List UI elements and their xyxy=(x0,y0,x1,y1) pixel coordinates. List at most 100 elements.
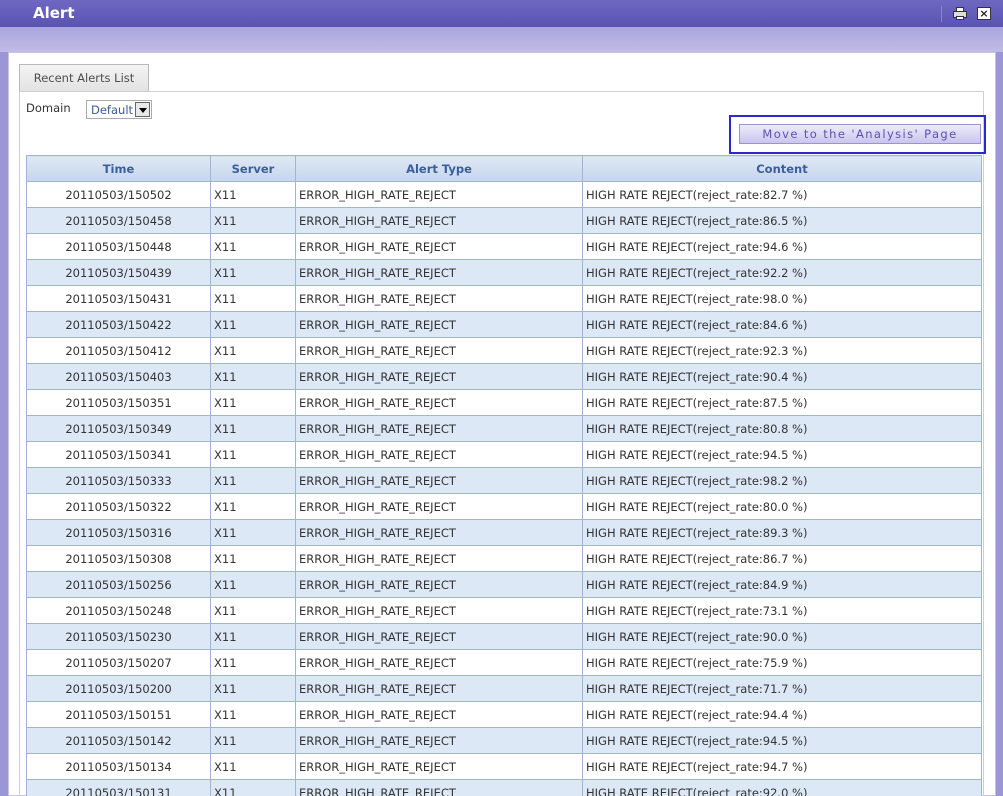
cell-alert-type: ERROR_HIGH_RATE_REJECT xyxy=(295,701,583,728)
table-row[interactable]: 20110503/150351 X11 ERROR_HIGH_RATE_REJECT… xyxy=(26,389,982,416)
move-button-highlight: Move to the 'Analysis' Page xyxy=(729,115,986,154)
cell-time: 20110503/150134 xyxy=(26,753,211,780)
cell-alert-type: ERROR_HIGH_RATE_REJECT xyxy=(295,493,583,520)
cell-server: X11 xyxy=(210,285,296,312)
cell-alert-type: ERROR_HIGH_RATE_REJECT xyxy=(295,467,583,494)
cell-content: HIGH RATE REJECT(reject_rate:75.9 %) xyxy=(582,649,982,676)
cell-content: HIGH RATE REJECT(reject_rate:80.0 %) xyxy=(582,493,982,520)
cell-time: 20110503/150458 xyxy=(26,207,211,234)
move-to-analysis-button[interactable]: Move to the 'Analysis' Page xyxy=(739,124,981,144)
cell-alert-type: ERROR_HIGH_RATE_REJECT xyxy=(295,519,583,546)
cell-time: 20110503/150403 xyxy=(26,363,211,390)
print-icon[interactable] xyxy=(953,7,967,20)
close-icon[interactable]: × xyxy=(977,7,991,20)
column-header-time[interactable]: Time xyxy=(26,155,211,182)
table-row[interactable]: 20110503/150439 X11 ERROR_HIGH_RATE_REJECT… xyxy=(26,259,982,286)
cell-time: 20110503/150131 xyxy=(26,779,211,796)
cell-time: 20110503/150349 xyxy=(26,415,211,442)
table-row[interactable]: 20110503/150431 X11 ERROR_HIGH_RATE_REJECT… xyxy=(26,285,982,312)
tab-recent-alerts-list[interactable]: Recent Alerts List xyxy=(19,64,149,91)
cell-server: X11 xyxy=(210,623,296,650)
cell-server: X11 xyxy=(210,363,296,390)
cell-time: 20110503/150316 xyxy=(26,519,211,546)
column-header-alert-type[interactable]: Alert Type xyxy=(295,155,583,182)
cell-time: 20110503/150151 xyxy=(26,701,211,728)
cell-server: X11 xyxy=(210,701,296,728)
cell-content: HIGH RATE REJECT(reject_rate:98.2 %) xyxy=(582,467,982,494)
cell-server: X11 xyxy=(210,675,296,702)
domain-select[interactable]: Default xyxy=(86,100,152,119)
column-header-content[interactable]: Content xyxy=(582,155,982,182)
cell-server: X11 xyxy=(210,597,296,624)
cell-time: 20110503/150351 xyxy=(26,389,211,416)
table-header-row: Time Server Alert Type Content xyxy=(26,155,982,182)
chevron-down-icon[interactable] xyxy=(135,102,150,117)
table-row[interactable]: 20110503/150256 X11 ERROR_HIGH_RATE_REJECT… xyxy=(26,571,982,598)
cell-time: 20110503/150142 xyxy=(26,727,211,754)
table-row[interactable]: 20110503/150502 X11 ERROR_HIGH_RATE_REJECT… xyxy=(26,181,982,208)
cell-server: X11 xyxy=(210,545,296,572)
cell-time: 20110503/150333 xyxy=(26,467,211,494)
cell-alert-type: ERROR_HIGH_RATE_REJECT xyxy=(295,207,583,234)
table-row[interactable]: 20110503/150207 X11 ERROR_HIGH_RATE_REJECT… xyxy=(26,649,982,676)
cell-content: HIGH RATE REJECT(reject_rate:94.5 %) xyxy=(582,441,982,468)
table-row[interactable]: 20110503/150151 X11 ERROR_HIGH_RATE_REJECT… xyxy=(26,701,982,728)
table-row[interactable]: 20110503/150458 X11 ERROR_HIGH_RATE_REJECT… xyxy=(26,207,982,234)
window-title: Alert xyxy=(33,4,75,22)
table-row[interactable]: 20110503/150403 X11 ERROR_HIGH_RATE_REJECT… xyxy=(26,363,982,390)
cell-content: HIGH RATE REJECT(reject_rate:92.2 %) xyxy=(582,259,982,286)
cell-server: X11 xyxy=(210,649,296,676)
table-row[interactable]: 20110503/150422 X11 ERROR_HIGH_RATE_REJECT… xyxy=(26,311,982,338)
table-row[interactable]: 20110503/150248 X11 ERROR_HIGH_RATE_REJECT… xyxy=(26,597,982,624)
cell-time: 20110503/150200 xyxy=(26,675,211,702)
cell-server: X11 xyxy=(210,779,296,796)
table-row[interactable]: 20110503/150448 X11 ERROR_HIGH_RATE_REJECT… xyxy=(26,233,982,260)
table-row[interactable]: 20110503/150349 X11 ERROR_HIGH_RATE_REJECT… xyxy=(26,415,982,442)
cell-server: X11 xyxy=(210,337,296,364)
titlebar-divider xyxy=(941,6,942,22)
table-row[interactable]: 20110503/150134 X11 ERROR_HIGH_RATE_REJECT… xyxy=(26,753,982,780)
table-row[interactable]: 20110503/150322 X11 ERROR_HIGH_RATE_REJECT… xyxy=(26,493,982,520)
cell-content: HIGH RATE REJECT(reject_rate:86.5 %) xyxy=(582,207,982,234)
cell-server: X11 xyxy=(210,389,296,416)
cell-alert-type: ERROR_HIGH_RATE_REJECT xyxy=(295,259,583,286)
table-row[interactable]: 20110503/150230 X11 ERROR_HIGH_RATE_REJECT… xyxy=(26,623,982,650)
cell-time: 20110503/150439 xyxy=(26,259,211,286)
table-row[interactable]: 20110503/150200 X11 ERROR_HIGH_RATE_REJECT… xyxy=(26,675,982,702)
table-row[interactable]: 20110503/150316 X11 ERROR_HIGH_RATE_REJECT… xyxy=(26,519,982,546)
cell-alert-type: ERROR_HIGH_RATE_REJECT xyxy=(295,441,583,468)
cell-alert-type: ERROR_HIGH_RATE_REJECT xyxy=(295,779,583,796)
cell-server: X11 xyxy=(210,571,296,598)
cell-time: 20110503/150248 xyxy=(26,597,211,624)
cell-time: 20110503/150412 xyxy=(26,337,211,364)
cell-content: HIGH RATE REJECT(reject_rate:73.1 %) xyxy=(582,597,982,624)
cell-alert-type: ERROR_HIGH_RATE_REJECT xyxy=(295,181,583,208)
cell-server: X11 xyxy=(210,181,296,208)
table-row[interactable]: 20110503/150341 X11 ERROR_HIGH_RATE_REJECT… xyxy=(26,441,982,468)
cell-server: X11 xyxy=(210,207,296,234)
table-row[interactable]: 20110503/150412 X11 ERROR_HIGH_RATE_REJECT… xyxy=(26,337,982,364)
table-row[interactable]: 20110503/150333 X11 ERROR_HIGH_RATE_REJECT… xyxy=(26,467,982,494)
cell-alert-type: ERROR_HIGH_RATE_REJECT xyxy=(295,233,583,260)
cell-content: HIGH RATE REJECT(reject_rate:94.7 %) xyxy=(582,753,982,780)
table-row[interactable]: 20110503/150142 X11 ERROR_HIGH_RATE_REJECT… xyxy=(26,727,982,754)
cell-alert-type: ERROR_HIGH_RATE_REJECT xyxy=(295,389,583,416)
cell-time: 20110503/150207 xyxy=(26,649,211,676)
cell-alert-type: ERROR_HIGH_RATE_REJECT xyxy=(295,545,583,572)
cell-server: X11 xyxy=(210,441,296,468)
cell-content: HIGH RATE REJECT(reject_rate:94.4 %) xyxy=(582,701,982,728)
alerts-table: Time Server Alert Type Content 20110503/… xyxy=(26,155,982,796)
cell-time: 20110503/150308 xyxy=(26,545,211,572)
column-header-server[interactable]: Server xyxy=(210,155,296,182)
header-band xyxy=(0,27,1003,52)
cell-alert-type: ERROR_HIGH_RATE_REJECT xyxy=(295,597,583,624)
table-row[interactable]: 20110503/150131 X11 ERROR_HIGH_RATE_REJECT… xyxy=(26,779,982,796)
cell-content: HIGH RATE REJECT(reject_rate:84.6 %) xyxy=(582,311,982,338)
cell-content: HIGH RATE REJECT(reject_rate:84.9 %) xyxy=(582,571,982,598)
cell-alert-type: ERROR_HIGH_RATE_REJECT xyxy=(295,285,583,312)
cell-server: X11 xyxy=(210,311,296,338)
table-row[interactable]: 20110503/150308 X11 ERROR_HIGH_RATE_REJECT… xyxy=(26,545,982,572)
cell-alert-type: ERROR_HIGH_RATE_REJECT xyxy=(295,753,583,780)
cell-time: 20110503/150341 xyxy=(26,441,211,468)
cell-time: 20110503/150322 xyxy=(26,493,211,520)
